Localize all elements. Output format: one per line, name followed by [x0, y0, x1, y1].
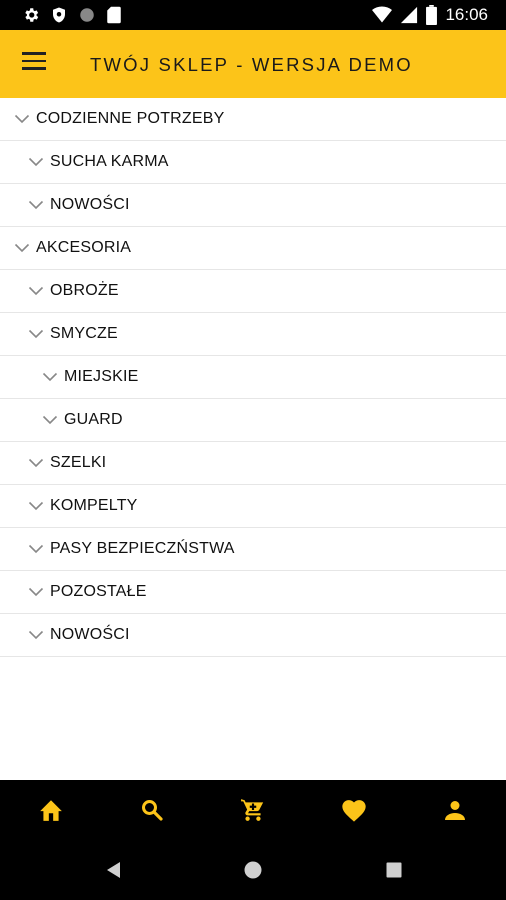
- system-nav-bar: [0, 840, 506, 900]
- back-icon[interactable]: [104, 860, 124, 880]
- category-label: SUCHA KARMA: [50, 153, 169, 170]
- app-title: TWÓJ SKLEP - WERSJA DEMO: [90, 54, 413, 75]
- chevron-down-icon: [14, 243, 30, 253]
- category-label: OBROŻE: [50, 282, 119, 299]
- chevron-down-icon: [28, 200, 44, 210]
- nav-search-button[interactable]: [122, 786, 182, 834]
- nav-home-button[interactable]: [21, 786, 81, 834]
- category-item[interactable]: PASY BEZPIECZŃSTWA: [0, 528, 506, 571]
- clock: 16:06: [445, 5, 488, 24]
- chevron-down-icon: [28, 286, 44, 296]
- chevron-down-icon: [42, 415, 58, 425]
- chevron-down-icon: [28, 458, 44, 468]
- category-item[interactable]: SMYCZE: [0, 313, 506, 356]
- chevron-down-icon: [28, 544, 44, 554]
- category-label: SZELKI: [50, 454, 107, 471]
- bottom-nav: [0, 780, 506, 840]
- battery-icon: [426, 5, 438, 25]
- status-bar: 16:06: [0, 0, 506, 30]
- category-item[interactable]: OBROŻE: [0, 270, 506, 313]
- chevron-down-icon: [28, 329, 44, 339]
- home-icon: [39, 800, 62, 821]
- shield-icon: [53, 7, 65, 23]
- category-label: GUARD: [64, 411, 123, 428]
- heart-icon: [342, 800, 366, 822]
- signal-icon: [401, 6, 418, 24]
- category-item[interactable]: NOWOŚCI: [0, 184, 506, 227]
- circle-icon: [80, 8, 94, 22]
- category-item[interactable]: NOWOŚCI: [0, 614, 506, 657]
- category-item[interactable]: SUCHA KARMA: [0, 141, 506, 184]
- nav-profile-button[interactable]: [425, 786, 485, 834]
- person-icon: [445, 801, 466, 820]
- category-item[interactable]: GUARD: [0, 399, 506, 442]
- category-item[interactable]: CODZIENNE POTRZEBY: [0, 98, 506, 141]
- app-bar: TWÓJ SKLEP - WERSJA DEMO: [0, 30, 506, 98]
- search-icon: [141, 800, 163, 821]
- category-label: KOMPELTY: [50, 497, 138, 514]
- category-label: MIEJSKIE: [64, 368, 139, 385]
- category-label: AKCESORIA: [36, 239, 132, 256]
- chevron-down-icon: [28, 587, 44, 597]
- category-item[interactable]: AKCESORIA: [0, 227, 506, 270]
- category-label: SMYCZE: [50, 325, 118, 342]
- category-item[interactable]: KOMPELTY: [0, 485, 506, 528]
- nav-cart-button[interactable]: [223, 786, 283, 834]
- chevron-down-icon: [28, 630, 44, 640]
- cart-icon: [241, 799, 264, 821]
- chevron-down-icon: [14, 114, 30, 124]
- category-label: PASY BEZPIECZŃSTWA: [50, 540, 235, 557]
- menu-button[interactable]: [22, 52, 48, 76]
- category-label: POZOSTAŁE: [50, 583, 147, 600]
- category-label: NOWOŚCI: [50, 196, 130, 213]
- category-label: NOWOŚCI: [50, 626, 130, 643]
- category-item[interactable]: MIEJSKIE: [0, 356, 506, 399]
- category-item[interactable]: SZELKI: [0, 442, 506, 485]
- chevron-down-icon: [28, 501, 44, 511]
- category-tree: CODZIENNE POTRZEBY SUCHA KARMA NOWOŚCI AKCE…: [0, 98, 506, 657]
- chevron-down-icon: [42, 372, 58, 382]
- home-circle-icon[interactable]: [243, 860, 263, 880]
- category-item[interactable]: POZOSTAŁE: [0, 571, 506, 614]
- gear-icon: [25, 8, 39, 22]
- category-label: CODZIENNE POTRZEBY: [36, 110, 225, 127]
- wifi-icon: [372, 6, 393, 23]
- sd-card-icon: [107, 6, 121, 24]
- nav-favorites-button[interactable]: [324, 786, 384, 834]
- recents-icon[interactable]: [384, 860, 404, 880]
- hamburger-icon: [22, 52, 46, 55]
- chevron-down-icon: [28, 157, 44, 167]
